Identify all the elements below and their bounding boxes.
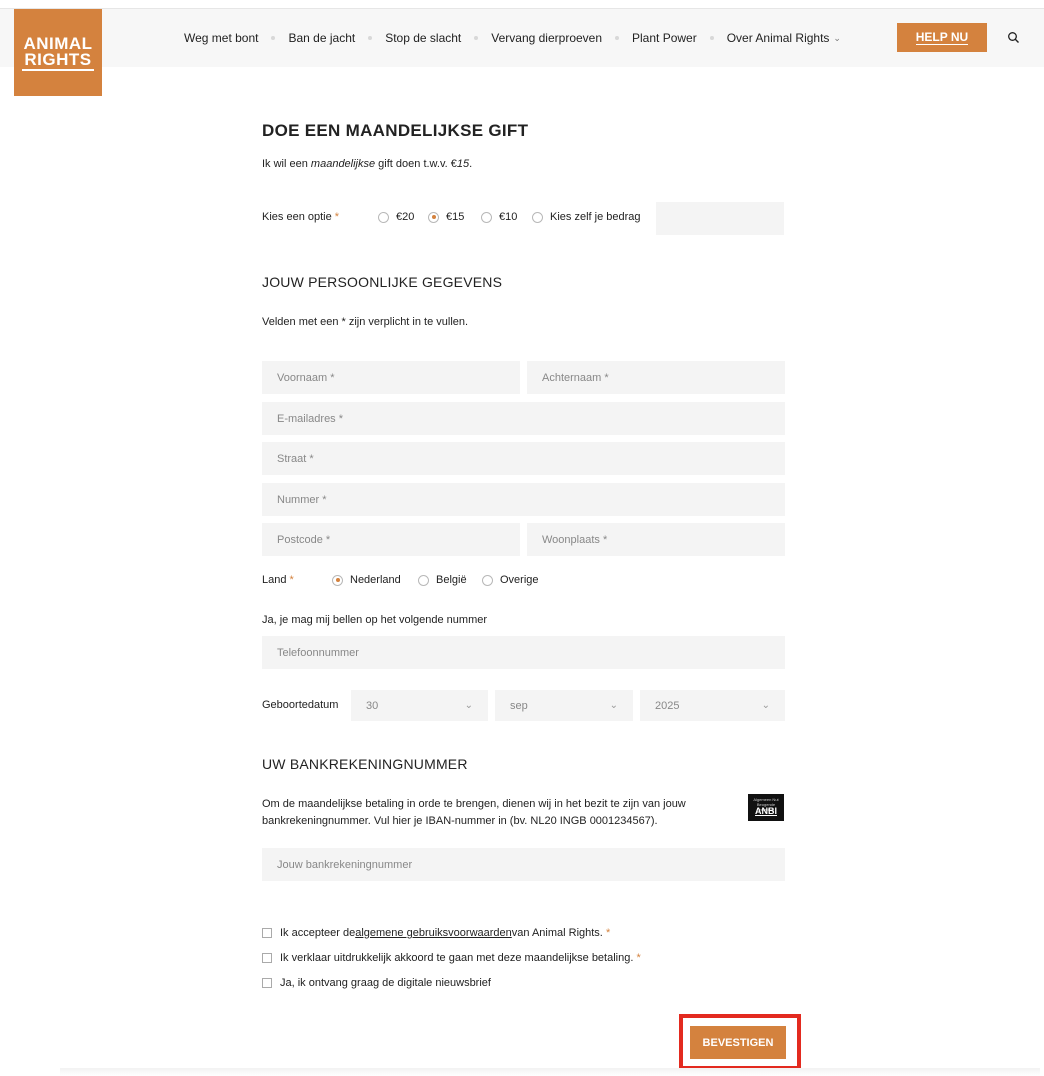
radio-amount-15[interactable]: €15 <box>428 211 464 223</box>
consent-checkbox-row: Ik verklaar uitdrukkelijk akkoord te gaa… <box>262 952 641 964</box>
custom-amount-input[interactable] <box>656 202 784 235</box>
help-nu-button[interactable]: HELP NU <box>897 23 987 52</box>
birth-year-value: 2025 <box>655 699 680 712</box>
radio-custom-amount-label: Kies zelf je bedrag <box>550 211 641 223</box>
required-marker: * <box>636 952 641 964</box>
consent-checkbox[interactable] <box>262 953 272 963</box>
radio-amount-15-label: €15 <box>446 211 465 223</box>
nav-item-vervang-dierproeven[interactable]: Vervang dierproeven <box>491 31 602 45</box>
personal-title: JOUW PERSOONLIJKE GEGEVENS <box>262 274 503 290</box>
birthdate-label: Geboortedatum <box>262 699 339 711</box>
radio-amount-10-label: €10 <box>499 211 518 223</box>
nav-item-ban-de-jacht[interactable]: Ban de jacht <box>288 31 355 45</box>
nav-item-plant-power[interactable]: Plant Power <box>632 31 697 45</box>
radio-circle <box>378 211 389 223</box>
firstname-input[interactable]: Voornaam * <box>262 361 520 394</box>
required-marker: * <box>289 574 294 586</box>
house-number-input[interactable]: Nummer * <box>262 483 785 516</box>
radio-circle-selected <box>428 211 439 223</box>
required-note: Velden met een * zijn verplicht in te vu… <box>262 316 469 328</box>
birth-month-value: sep <box>510 699 528 712</box>
birth-day-value: 30 <box>366 699 379 712</box>
nav-item-stop-de-slacht[interactable]: Stop de slacht <box>385 31 461 45</box>
email-input[interactable]: E-mailadres * <box>262 402 785 435</box>
iban-input[interactable]: Jouw bankrekeningnummer <box>262 848 785 881</box>
nav-item-over-animal-rights[interactable]: Over Animal Rights ⌄ <box>727 31 841 45</box>
top-border <box>0 0 1044 9</box>
nav-separator <box>615 36 620 40</box>
birth-month-select[interactable]: sep ⌄ <box>495 690 633 721</box>
consent-label: Ik verklaar uitdrukkelijk akkoord te gaa… <box>280 952 634 964</box>
animal-rights-logo[interactable]: ANIMAL RIGHTS <box>14 9 102 96</box>
chevron-down-icon: ⌄ <box>464 700 473 711</box>
postcode-input[interactable]: Postcode * <box>262 523 520 556</box>
gift-intro-amount: 15 <box>456 158 470 170</box>
help-nu-label: HELP NU <box>915 29 969 45</box>
radio-amount-20[interactable]: €20 <box>378 211 414 223</box>
option-label-text: Kies een optie <box>262 211 332 223</box>
nav-separator <box>709 36 714 40</box>
radio-country-overige-label: Overige <box>500 574 539 586</box>
bank-explanation: Om de maandelijkse betaling in orde te b… <box>262 796 686 830</box>
gift-intro-mid: gift doen t.w.v. € <box>375 158 457 170</box>
search-icon[interactable] <box>1007 31 1021 45</box>
lastname-input[interactable]: Achternaam * <box>527 361 785 394</box>
logo-line-2: RIGHTS <box>22 51 94 71</box>
newsletter-label: Ja, ik ontvang graag de digitale nieuwsb… <box>280 977 491 989</box>
chevron-down-icon: ⌄ <box>833 32 841 43</box>
newsletter-checkbox[interactable] <box>262 978 272 988</box>
phone-consent-label: Ja, je mag mij bellen op het volgende nu… <box>262 614 488 626</box>
anbi-logo: Algemeen Nut Beogende Instelling ANBI <box>748 794 784 821</box>
nav-item-over-animal-rights-label: Over Animal Rights <box>726 31 830 45</box>
terms-prefix: Ik accepteer de <box>280 927 356 939</box>
city-input[interactable]: Woonplaats * <box>527 523 785 556</box>
gift-intro-prefix: Ik wil een <box>262 158 311 170</box>
required-marker: * <box>334 211 340 223</box>
street-input[interactable]: Straat * <box>262 442 785 475</box>
nav-item-weg-met-bont[interactable]: Weg met bont <box>184 31 258 45</box>
terms-checkbox[interactable] <box>262 928 272 938</box>
radio-country-overige[interactable]: Overige <box>482 574 539 586</box>
radio-circle <box>532 211 543 223</box>
bank-explanation-line-2: bankrekeningnummer. Vul hier je IBAN-num… <box>262 815 658 827</box>
gift-intro: Ik wil een maandelijkse gift doen t.w.v.… <box>262 158 472 170</box>
terms-checkbox-row: Ik accepteer de algemene gebruiksvoorwaa… <box>262 927 610 939</box>
radio-amount-10[interactable]: €10 <box>481 211 517 223</box>
nav-separator <box>474 36 479 40</box>
radio-circle <box>481 211 492 223</box>
bevestigen-button[interactable]: BEVESTIGEN <box>690 1026 786 1059</box>
radio-circle <box>482 574 493 586</box>
gift-intro-emphasis: maandelijkse <box>310 158 376 170</box>
chevron-down-icon: ⌄ <box>761 700 770 711</box>
radio-custom-amount[interactable]: Kies zelf je bedrag <box>532 211 641 223</box>
radio-country-nederland-label: Nederland <box>350 574 401 586</box>
gift-title: DOE EEN MAANDELIJKSE GIFT <box>262 121 529 140</box>
newsletter-checkbox-row: Ja, ik ontvang graag de digitale nieuwsb… <box>262 977 491 989</box>
nav-separator <box>271 36 276 40</box>
option-label: Kies een optie * <box>262 211 339 223</box>
terms-link[interactable]: algemene gebruiksvoorwaarden <box>355 927 512 939</box>
radio-amount-20-label: €20 <box>396 211 415 223</box>
bank-title: UW BANKREKENINGNUMMER <box>262 756 468 772</box>
radio-circle <box>418 574 429 586</box>
country-label: Land * <box>262 574 294 586</box>
footer-edge <box>60 1068 1040 1076</box>
radio-circle-selected <box>332 574 343 586</box>
chevron-down-icon: ⌄ <box>609 700 618 711</box>
radio-country-belgie[interactable]: België <box>418 574 467 586</box>
anbi-logo-text: ANBI <box>755 806 777 816</box>
main-nav: Weg met bont Ban de jacht Stop de slacht… <box>184 9 841 67</box>
terms-suffix: van Animal Rights. <box>511 927 603 939</box>
radio-country-belgie-label: België <box>436 574 467 586</box>
birth-year-select[interactable]: 2025 ⌄ <box>640 690 785 721</box>
birth-day-select[interactable]: 30 ⌄ <box>351 690 488 721</box>
gift-intro-suffix: . <box>469 158 473 170</box>
country-label-text: Land <box>262 574 287 586</box>
radio-country-nederland[interactable]: Nederland <box>332 574 401 586</box>
required-marker: * <box>605 927 611 939</box>
bank-explanation-line-1: Om de maandelijkse betaling in orde te b… <box>262 798 686 810</box>
nav-separator <box>368 36 373 40</box>
phone-input[interactable]: Telefoonnummer <box>262 636 785 669</box>
